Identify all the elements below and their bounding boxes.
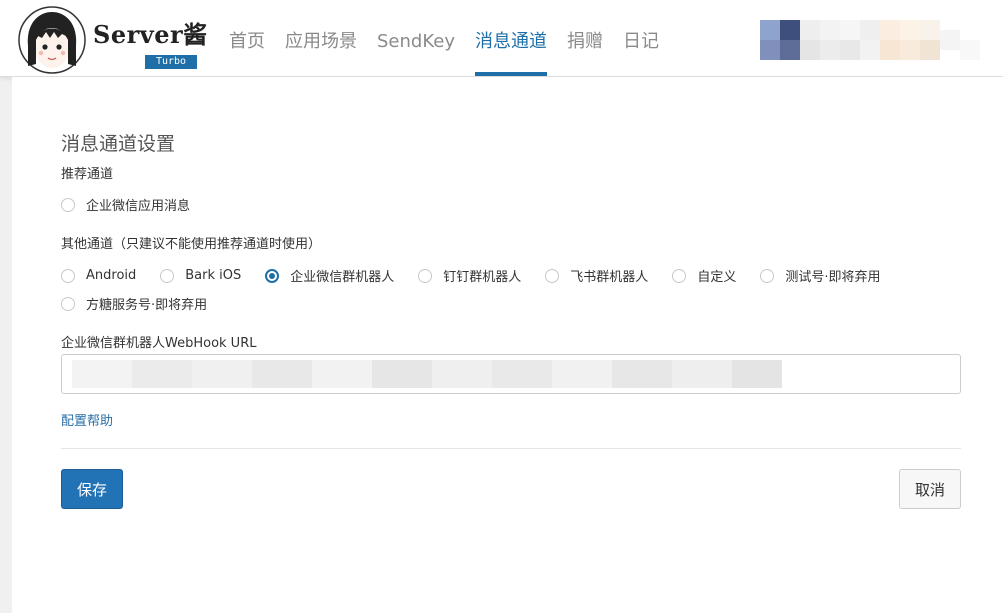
- radio-circle: [545, 268, 560, 283]
- main-nav: 首页 应用场景 SendKey 消息通道 捐赠 日记: [229, 0, 679, 76]
- radio-android[interactable]: Android: [61, 268, 136, 283]
- nav-channels[interactable]: 消息通道: [474, 0, 547, 76]
- radio-label: Android: [86, 268, 137, 283]
- nav-home[interactable]: 首页: [229, 0, 265, 76]
- nav-donate[interactable]: 捐赠: [567, 0, 603, 76]
- radio-label: Bark iOS: [185, 268, 242, 283]
- radio-label: 飞书群机器人: [570, 270, 649, 285]
- top-header: Server酱 Turbo 首页 应用场景 SendKey 消息通道 捐赠 日记: [0, 0, 1003, 77]
- radio-circle: [418, 268, 433, 283]
- radio-circle: [672, 268, 687, 283]
- webhook-url-blurred-value: [72, 360, 782, 388]
- save-button[interactable]: 保存: [61, 469, 123, 509]
- config-help-link[interactable]: 配置帮助: [61, 410, 113, 429]
- radio-circle: [760, 268, 775, 283]
- radio-label: 测试号·即将弃用: [785, 270, 881, 285]
- brand-badge: Turbo: [145, 55, 197, 69]
- logo-avatar[interactable]: [18, 6, 86, 74]
- radio-circle-checked: [265, 268, 280, 283]
- radio-label: 方糖服务号·即将弃用: [86, 298, 208, 313]
- radio-label: 企业微信群机器人: [290, 270, 395, 285]
- webhook-url-input[interactable]: [61, 354, 961, 394]
- radio-custom[interactable]: 自定义: [672, 266, 736, 285]
- user-info-blurred[interactable]: [760, 20, 980, 60]
- radio-circle: [61, 197, 75, 212]
- divider: [61, 448, 961, 449]
- brand-name[interactable]: Server酱: [93, 15, 208, 50]
- radio-circle: [61, 268, 75, 283]
- nav-scenarios[interactable]: 应用场景: [285, 0, 357, 76]
- radio-label: 自定义: [697, 270, 737, 285]
- radio-test-account[interactable]: 测试号·即将弃用: [760, 266, 880, 285]
- radio-feishu-bot[interactable]: 飞书群机器人: [545, 266, 648, 285]
- radio-bark-ios[interactable]: Bark iOS: [160, 268, 241, 283]
- other-radio-group-row2: 方糖服务号·即将弃用: [61, 294, 231, 313]
- settings-panel: 消息通道设置 推荐通道 企业微信应用消息 其他通道（只建议不能使用推荐通道时使用…: [12, 77, 1003, 613]
- nav-sendkey[interactable]: SendKey: [377, 0, 455, 76]
- radio-circle: [61, 296, 75, 311]
- radio-circle: [160, 268, 175, 283]
- radio-label: 企业微信应用消息: [86, 199, 191, 214]
- webhook-url-label: 企业微信群机器人WebHook URL: [61, 336, 257, 351]
- other-radio-group: Android Bark iOS 企业微信群机器人 钉钉群机器人 飞书群机器人 …: [61, 266, 904, 285]
- other-channel-label: 其他通道（只建议不能使用推荐通道时使用）: [61, 237, 322, 252]
- recommended-channel-label: 推荐通道: [61, 167, 114, 182]
- radio-dingtalk-bot[interactable]: 钉钉群机器人: [418, 266, 521, 285]
- radio-wecom-app[interactable]: 企业微信应用消息: [61, 195, 190, 214]
- radio-service-account[interactable]: 方糖服务号·即将弃用: [61, 294, 207, 313]
- recommended-radio-group: 企业微信应用消息: [61, 195, 214, 214]
- cancel-button[interactable]: 取消: [899, 469, 961, 509]
- radio-wecom-bot[interactable]: 企业微信群机器人: [265, 266, 394, 285]
- radio-label: 钉钉群机器人: [443, 270, 522, 285]
- nav-diary[interactable]: 日记: [623, 0, 659, 76]
- page-title: 消息通道设置: [61, 133, 176, 155]
